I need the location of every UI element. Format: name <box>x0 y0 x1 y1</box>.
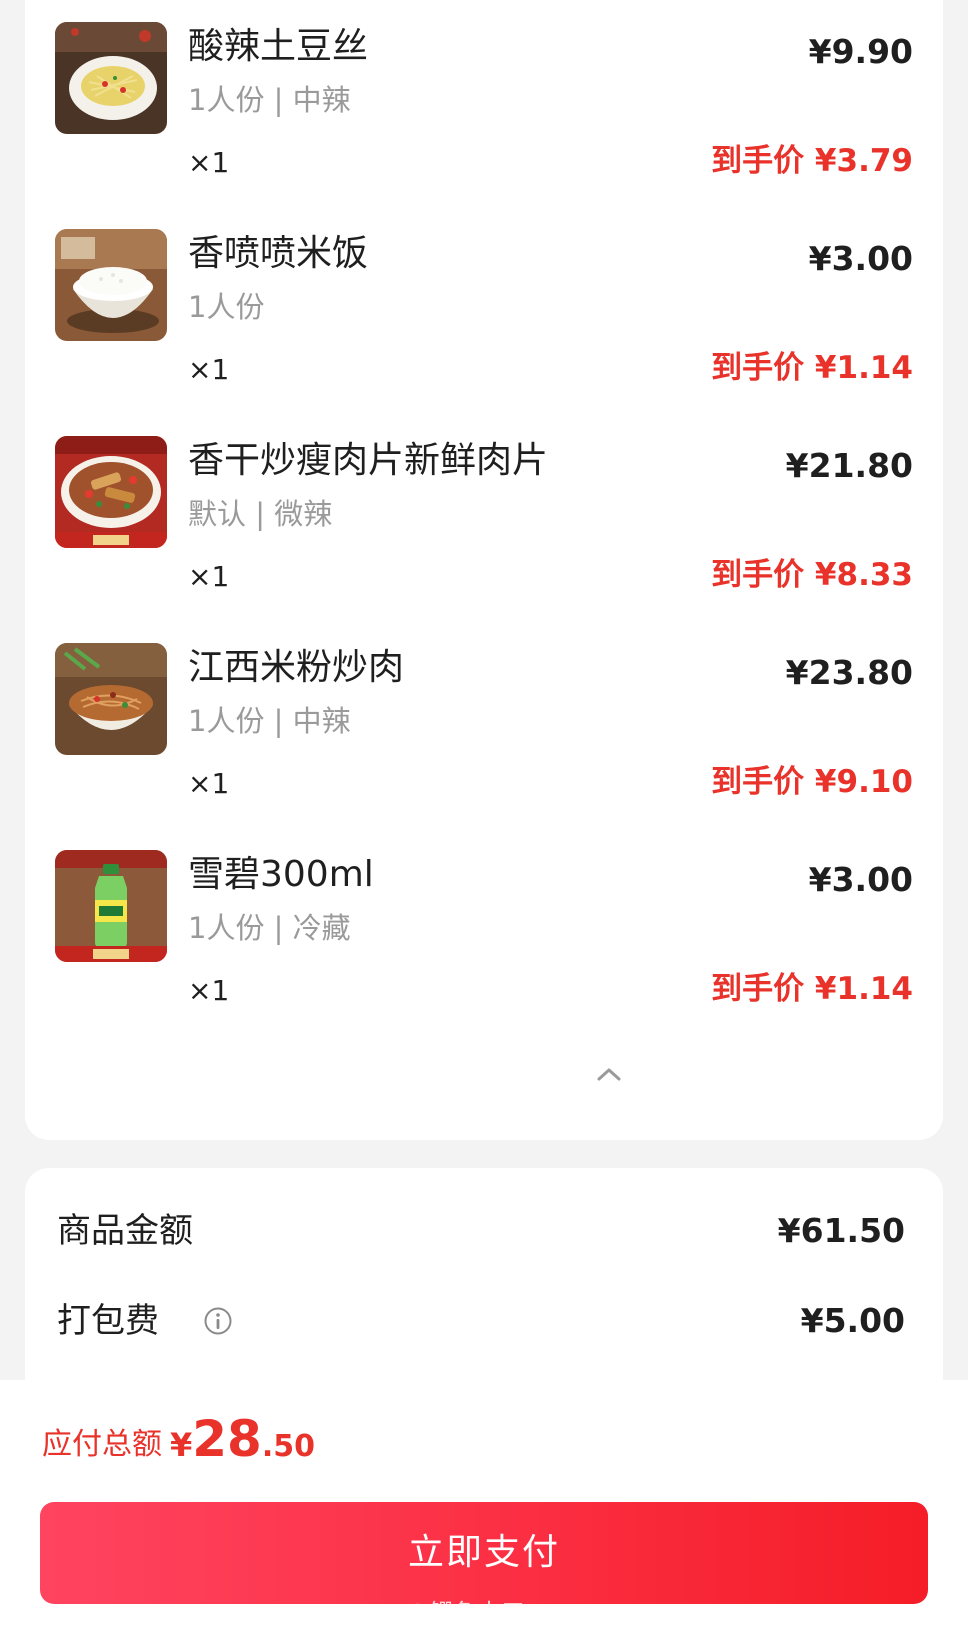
stir-fried-pork-image <box>55 436 167 548</box>
total-amount: ¥28.50 <box>170 1404 315 1486</box>
item-quantity: ×1 <box>188 560 230 593</box>
item-name: 香喷喷米饭 <box>188 233 369 274</box>
shredded-potato-image <box>55 22 167 134</box>
total-integer: 28 <box>192 1410 262 1468</box>
order-item[interactable]: 江西米粉炒肉 1人份 | 中辣 ×1 ¥23.80 到手价 ¥9.10 <box>25 621 943 828</box>
item-quantity: ×1 <box>188 767 230 800</box>
item-final-price: 到手价 ¥9.10 <box>711 764 913 800</box>
checkout-bar: 应付总额 ¥28.50 立即支付 <box>0 1380 968 1634</box>
item-price: ¥3.00 <box>808 860 913 899</box>
order-item[interactable]: 香干炒瘦肉片新鲜肉片 默认 | 微辣 ×1 ¥21.80 到手价 ¥8.33 <box>25 414 943 621</box>
rice-noodle-image <box>55 643 167 755</box>
item-final-price: 到手价 ¥8.33 <box>711 557 913 593</box>
order-item[interactable]: 酸辣土豆丝 1人份 | 中辣 ×1 ¥9.90 到手价 ¥3.79 <box>25 0 943 207</box>
goods-amount-value: ¥61.50 <box>777 1211 905 1250</box>
item-final-price: 到手价 ¥1.14 <box>711 350 913 386</box>
order-item[interactable]: 香喷喷米饭 1人份 ×1 ¥3.00 到手价 ¥1.14 <box>25 207 943 414</box>
item-price: ¥23.80 <box>785 653 913 692</box>
order-items-card: 酸辣土豆丝 1人份 | 中辣 ×1 ¥9.90 到手价 ¥3.79 香喷喷米饭 … <box>25 0 943 1140</box>
packing-fee-label: 打包费 <box>57 1301 159 1341</box>
item-name: 香干炒瘦肉片新鲜肉片 <box>188 440 549 481</box>
item-thumbnail[interactable] <box>55 22 167 134</box>
item-thumbnail[interactable] <box>55 643 167 755</box>
watermark: @鳄鱼十三 <box>405 1599 525 1627</box>
item-thumbnail[interactable] <box>55 229 167 341</box>
item-name: 江西米粉炒肉 <box>188 647 405 688</box>
info-icon[interactable] <box>203 1306 233 1336</box>
rice-bowl-image <box>55 229 167 341</box>
item-spec: 1人份 <box>188 290 265 324</box>
goods-amount-row: 商品金额 ¥61.50 <box>57 1206 905 1256</box>
item-name: 雪碧300ml <box>188 854 374 895</box>
item-spec: 1人份 | 中辣 <box>188 704 351 738</box>
chevron-up-icon[interactable] <box>595 1065 623 1083</box>
item-thumbnail[interactable] <box>55 850 167 962</box>
total-decimal: .50 <box>261 1429 316 1464</box>
order-item[interactable]: 雪碧300ml 1人份 | 冷藏 ×1 ¥3.00 到手价 ¥1.14 <box>25 828 943 1035</box>
sprite-bottle-image <box>55 850 167 962</box>
packing-fee-row: 打包费 ¥5.00 <box>57 1296 905 1346</box>
packing-fee-value: ¥5.00 <box>800 1301 905 1340</box>
goods-amount-label: 商品金额 <box>57 1211 193 1251</box>
item-quantity: ×1 <box>188 146 230 179</box>
item-thumbnail[interactable] <box>55 436 167 548</box>
item-price: ¥21.80 <box>785 446 913 485</box>
item-spec: 默认 | 微辣 <box>188 497 333 531</box>
item-name: 酸辣土豆丝 <box>188 26 369 67</box>
item-price: ¥9.90 <box>808 32 913 71</box>
item-price: ¥3.00 <box>808 239 913 278</box>
pay-now-button[interactable]: 立即支付 <box>40 1502 928 1604</box>
item-spec: 1人份 | 中辣 <box>188 83 351 117</box>
item-final-price: 到手价 ¥1.14 <box>711 971 913 1007</box>
total-currency-symbol: ¥ <box>170 1426 193 1464</box>
item-quantity: ×1 <box>188 974 230 1007</box>
total-label: 应付总额 <box>42 1427 162 1462</box>
item-spec: 1人份 | 冷藏 <box>188 911 351 945</box>
item-quantity: ×1 <box>188 353 230 386</box>
item-final-price: 到手价 ¥3.79 <box>711 143 913 179</box>
